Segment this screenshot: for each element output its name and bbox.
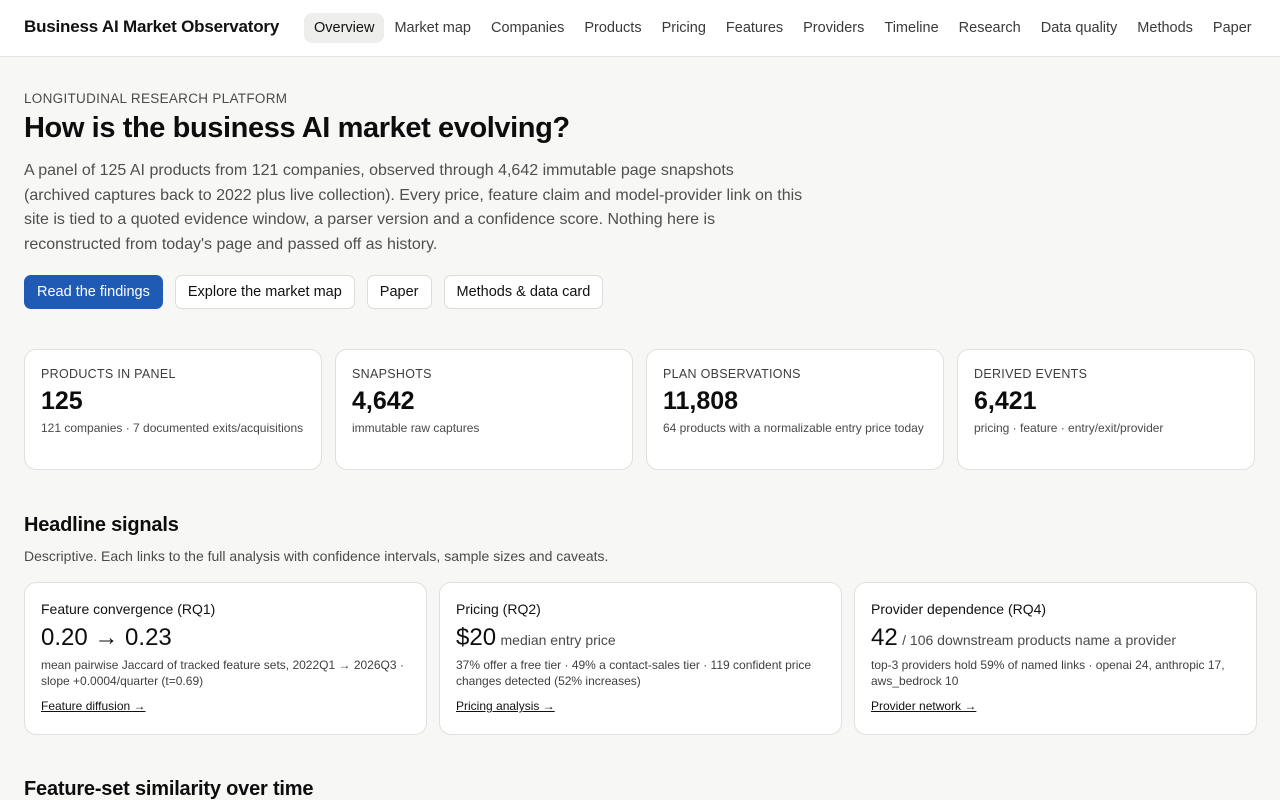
nav-features[interactable]: Features xyxy=(716,13,793,43)
explore-market-map-button[interactable]: Explore the market map xyxy=(174,275,355,309)
signal-small-text: / 106 downstream products name a provide… xyxy=(902,632,1177,648)
signal-big-value: 0.20 → 0.23 xyxy=(41,624,172,651)
nav-products[interactable]: Products xyxy=(574,13,651,43)
feature-similarity-title: Feature-set similarity over time xyxy=(24,778,314,800)
signal-note: top-3 providers hold 59% of named links … xyxy=(871,658,1225,688)
signal-note: 37% offer a free tier · 49% a contact-sa… xyxy=(456,658,812,688)
signal-small-text: median entry price xyxy=(500,632,616,648)
top-bar: Business AI Market Observatory Overview … xyxy=(0,0,1280,57)
stat-card-plan-observations: PLAN OBSERVATIONS 11,808 64 products wit… xyxy=(646,349,944,470)
read-findings-button[interactable]: Read the findings xyxy=(24,275,163,309)
headline-signals-description: Descriptive. Each links to the full anal… xyxy=(24,548,609,564)
feature-diffusion-link[interactable]: Feature diffusion → xyxy=(41,699,146,713)
stat-subtext: pricing · feature · entry/exit/provider xyxy=(974,421,1164,435)
signal-card-pricing: Pricing (RQ2) $20 median entry price 37%… xyxy=(439,582,842,735)
signal-figure: $20 median entry price xyxy=(456,624,825,652)
stat-value: 125 xyxy=(41,387,83,415)
provider-network-link[interactable]: Provider network → xyxy=(871,699,976,713)
stat-subtext: 121 companies · 7 documented exits/acqui… xyxy=(41,421,304,435)
stat-label: PRODUCTS IN PANEL xyxy=(41,367,176,381)
site-brand[interactable]: Business AI Market Observatory xyxy=(24,17,279,37)
hero-eyebrow: LONGITUDINAL RESEARCH PLATFORM xyxy=(24,91,288,106)
signal-card-feature-convergence: Feature convergence (RQ1) 0.20 → 0.23 me… xyxy=(24,582,427,735)
nav-providers[interactable]: Providers xyxy=(793,13,874,43)
stat-card-derived-events: DERIVED EVENTS 6,421 pricing · feature ·… xyxy=(957,349,1255,470)
nav-overview[interactable]: Overview xyxy=(304,13,385,43)
signal-title: Feature convergence (RQ1) xyxy=(41,601,216,617)
stat-cards: PRODUCTS IN PANEL 125 121 companies · 7 … xyxy=(24,349,1255,470)
pricing-analysis-link[interactable]: Pricing analysis → xyxy=(456,699,555,713)
nav-data-quality[interactable]: Data quality xyxy=(1031,13,1128,43)
hero-description: A panel of 125 AI products from 121 comp… xyxy=(24,162,803,254)
signal-cards: Feature convergence (RQ1) 0.20 → 0.23 me… xyxy=(24,582,1257,735)
stat-label: PLAN OBSERVATIONS xyxy=(663,367,801,381)
signal-figure: 42 / 106 downstream products name a prov… xyxy=(871,624,1240,652)
headline-signals-title: Headline signals xyxy=(24,514,179,536)
nav-research[interactable]: Research xyxy=(949,13,1031,43)
signal-title: Provider dependence (RQ4) xyxy=(871,601,1047,617)
stat-subtext: immutable raw captures xyxy=(352,421,480,435)
methods-data-card-button[interactable]: Methods & data card xyxy=(443,275,604,309)
stat-value: 4,642 xyxy=(352,387,415,415)
nav-pricing[interactable]: Pricing xyxy=(652,13,716,43)
nav-paper[interactable]: Paper xyxy=(1203,13,1262,43)
main-nav: Overview Market map Companies Products P… xyxy=(304,12,1262,44)
stat-value: 11,808 xyxy=(663,387,739,415)
nav-methods[interactable]: Methods xyxy=(1127,13,1203,43)
signal-big-value: $20 xyxy=(456,624,497,651)
stat-value: 6,421 xyxy=(974,387,1037,415)
signal-figure: 0.20 → 0.23 xyxy=(41,624,410,652)
stat-card-snapshots: SNAPSHOTS 4,642 immutable raw captures xyxy=(335,349,633,470)
nav-timeline[interactable]: Timeline xyxy=(874,13,948,43)
paper-button[interactable]: Paper xyxy=(366,275,432,309)
signal-card-provider-dependence: Provider dependence (RQ4) 42 / 106 downs… xyxy=(854,582,1257,735)
page-title: How is the business AI market evolving? xyxy=(24,112,570,144)
stat-subtext: 64 products with a normalizable entry pr… xyxy=(663,421,924,435)
nav-market-map[interactable]: Market map xyxy=(384,13,481,43)
signal-title: Pricing (RQ2) xyxy=(456,601,541,617)
stat-label: SNAPSHOTS xyxy=(352,367,432,381)
signal-note: mean pairwise Jaccard of tracked feature… xyxy=(41,658,404,688)
signal-big-value: 42 xyxy=(871,624,898,651)
hero-actions: Read the findings Explore the market map… xyxy=(24,275,604,309)
stat-card-products: PRODUCTS IN PANEL 125 121 companies · 7 … xyxy=(24,349,322,470)
nav-companies[interactable]: Companies xyxy=(481,13,574,43)
stat-label: DERIVED EVENTS xyxy=(974,367,1088,381)
